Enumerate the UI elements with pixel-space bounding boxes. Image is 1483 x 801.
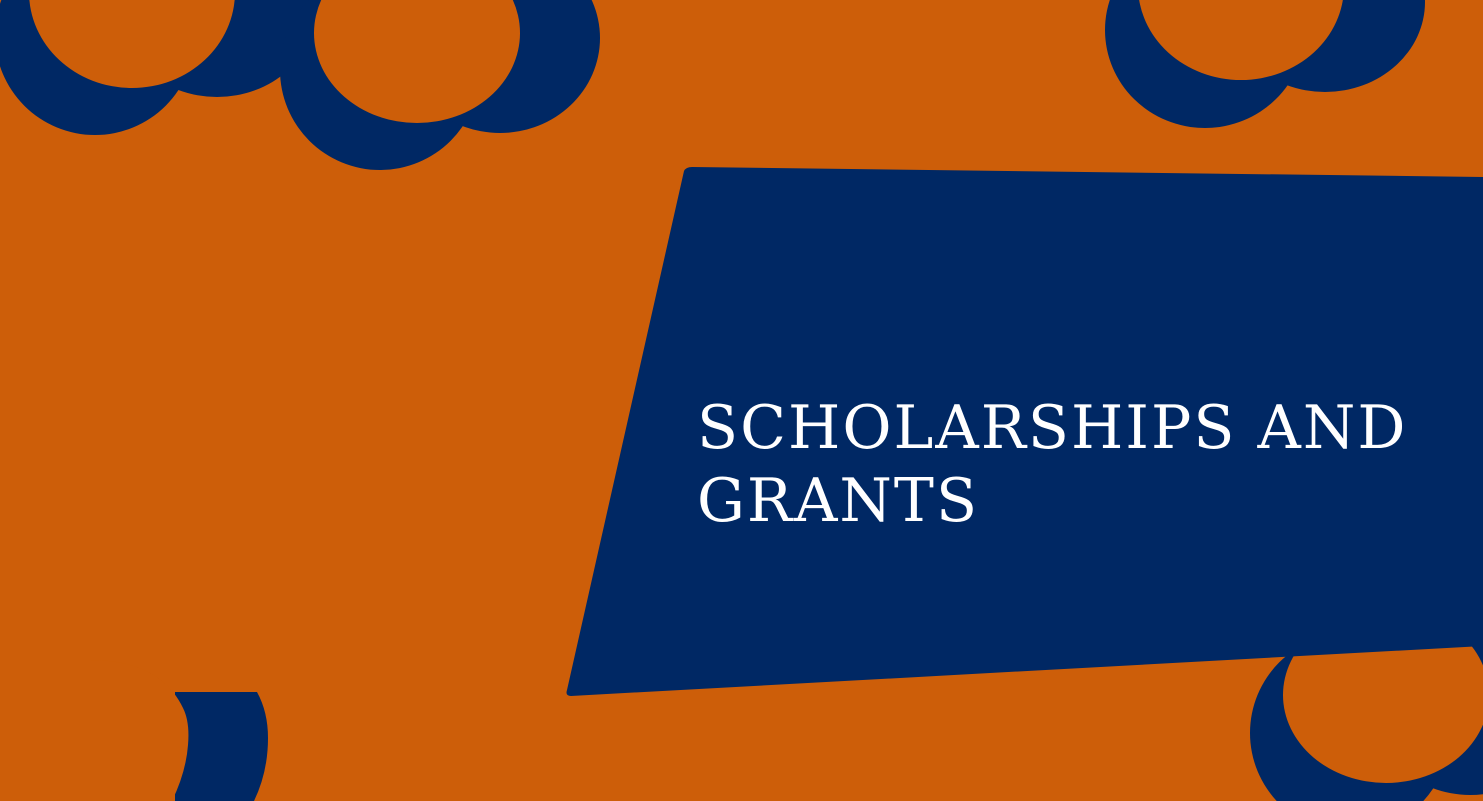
cloud-shape-top-right — [1105, 0, 1425, 128]
cloud-shape-top-left — [0, 0, 317, 135]
slide-title: SCHOLARSHIPS AND GRANTS — [697, 393, 1408, 536]
crescent-shape-bottom-left — [0, 660, 268, 801]
slide: SCHOLARSHIPS AND GRANTS — [0, 0, 1483, 801]
cloud-shape-top-center — [280, 0, 600, 170]
